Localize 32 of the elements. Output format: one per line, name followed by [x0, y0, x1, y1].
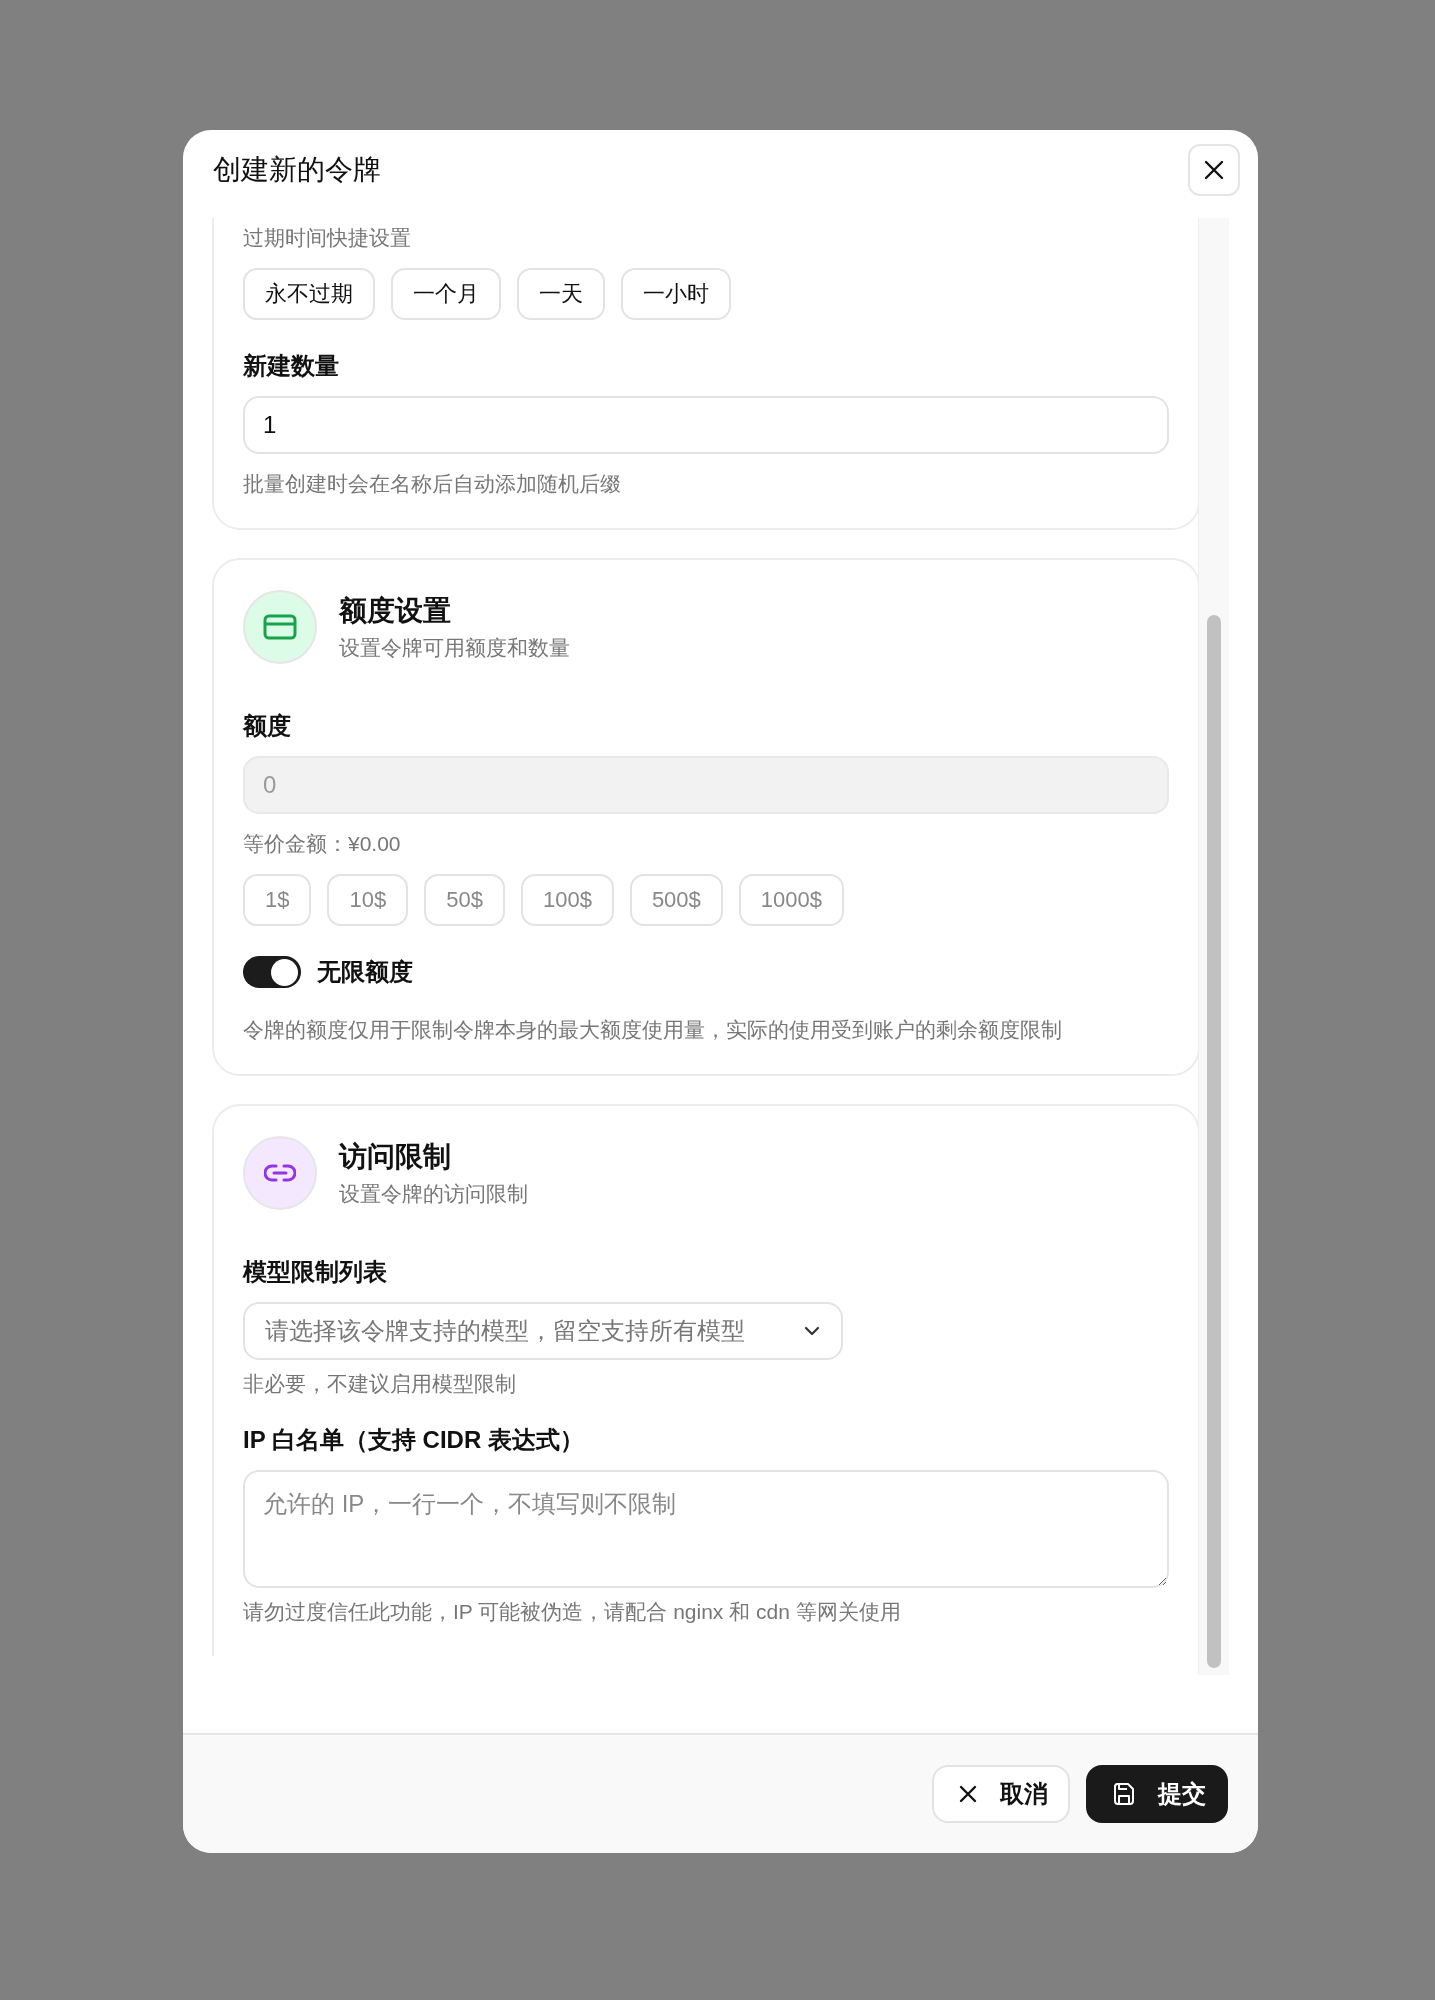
- ip-whitelist-field[interactable]: 允许的 IP，一行一个，不填写则不限制: [243, 1470, 1169, 1588]
- close-button[interactable]: [1188, 144, 1240, 196]
- field-label: 过期时间快捷设置: [243, 225, 411, 251]
- section-title: 访问限制: [339, 1140, 451, 1174]
- preset-button[interactable]: 一个月: [391, 268, 501, 320]
- save-icon: [1112, 1782, 1136, 1806]
- preset-button[interactable]: 永不过期: [243, 268, 375, 320]
- model-select[interactable]: 请选择该令牌支持的模型，留空支持所有模型: [243, 1302, 843, 1360]
- cancel-button[interactable]: 取消: [932, 1765, 1070, 1823]
- count-field[interactable]: 1: [243, 396, 1169, 454]
- field-label: 额度: [243, 711, 291, 741]
- field-label: 模型限制列表: [243, 1257, 387, 1287]
- equivalent-amount: 等价金额：¥0.00: [243, 831, 401, 857]
- scrollbar-thumb[interactable]: [1207, 615, 1221, 1668]
- toggle-label: 无限额度: [317, 957, 413, 987]
- field-label: 新建数量: [243, 351, 339, 381]
- help-text: 批量创建时会在名称后自动添加随机后缀: [243, 471, 621, 497]
- section-title: 额度设置: [339, 594, 451, 628]
- help-text: 请勿过度信任此功能，IP 可能被伪造，请配合 nginx 和 cdn 等网关使用: [243, 1599, 901, 1625]
- submit-button[interactable]: 提交: [1086, 1765, 1228, 1823]
- section-subtitle: 设置令牌的访问限制: [339, 1181, 528, 1207]
- chevron-down-icon: [803, 1325, 821, 1337]
- field-label: IP 白名单（支持 CIDR 表达式）: [243, 1425, 584, 1455]
- note-text: 令牌的额度仅用于限制令牌本身的最大额度使用量，实际的使用受到账户的剩余额度限制: [243, 1017, 1062, 1043]
- preset-button[interactable]: 一小时: [621, 268, 731, 320]
- close-icon: [958, 1784, 978, 1804]
- help-text: 非必要，不建议启用模型限制: [243, 1371, 516, 1397]
- section-subtitle: 设置令牌可用额度和数量: [339, 635, 570, 661]
- dialog-title: 创建新的令牌: [213, 153, 381, 187]
- toggle-switch[interactable]: [243, 956, 301, 988]
- close-icon: [1203, 159, 1225, 181]
- preset-button[interactable]: 一天: [517, 268, 605, 320]
